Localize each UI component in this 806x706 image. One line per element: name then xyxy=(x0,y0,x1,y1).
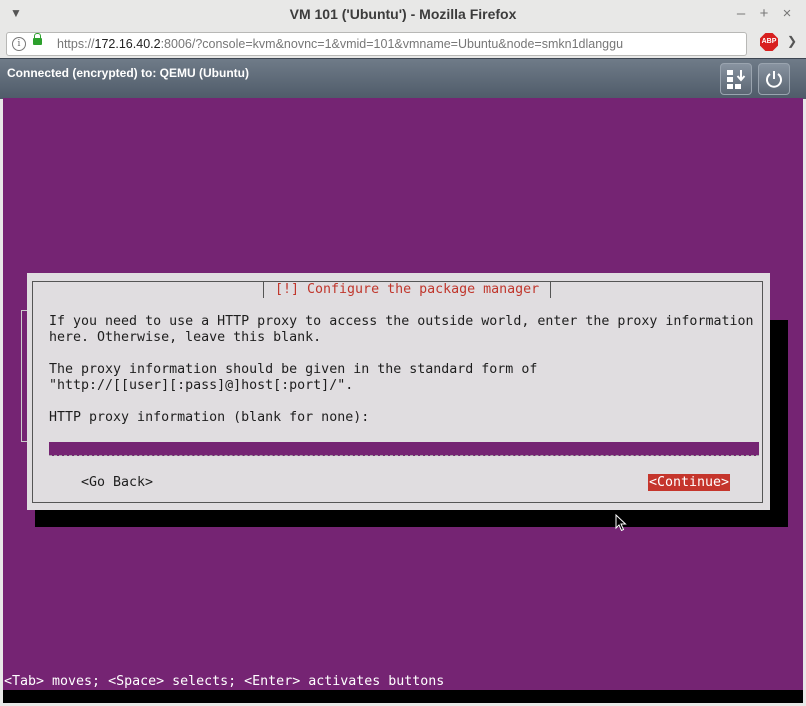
go-back-button[interactable]: <Go Back> xyxy=(81,475,153,491)
url-bar[interactable]: i https://172.16.40.2:8006/?console=kvm&… xyxy=(6,32,747,56)
mouse-cursor-icon xyxy=(615,514,627,532)
package-manager-dialog: [!] Configure the package manager If you… xyxy=(27,273,770,510)
send-keys-button[interactable] xyxy=(720,63,752,95)
keyboard-download-icon xyxy=(727,70,746,89)
overflow-menu-icon[interactable]: ❯ xyxy=(787,34,797,48)
vm-console[interactable]: [!] Configure the package manager If you… xyxy=(3,98,803,703)
power-icon xyxy=(766,71,782,88)
maximize-icon[interactable]: + xyxy=(755,5,773,23)
power-button[interactable] xyxy=(758,63,790,95)
dialog-shadow-bottom xyxy=(35,510,780,527)
navigation-bar: i https://172.16.40.2:8006/?console=kvm&… xyxy=(0,30,806,58)
info-icon[interactable]: i xyxy=(12,37,26,51)
keyboard-help-text: <Tab> moves; <Space> selects; <Enter> ac… xyxy=(4,674,445,689)
dialog-text-line-1: If you need to use a HTTP proxy to acces… xyxy=(49,314,754,329)
dialog-frame: [!] Configure the package manager If you… xyxy=(32,281,763,503)
proxy-input[interactable] xyxy=(49,442,759,456)
dialog-text-line-4: "http://[[user][:pass]@]host[:port]/". xyxy=(49,378,354,393)
proxy-field-label: HTTP proxy information (blank for none): xyxy=(49,410,370,425)
window-title: VM 101 ('Ubuntu') - Mozilla Firefox xyxy=(289,6,517,22)
connection-status: Connected (encrypted) to: QEMU (Ubuntu) xyxy=(7,66,249,80)
close-icon[interactable]: × xyxy=(778,5,796,23)
dialog-shadow-right xyxy=(770,320,788,527)
vnc-control-bar: Connected (encrypted) to: QEMU (Ubuntu) xyxy=(0,58,806,99)
url-text[interactable]: https://172.16.40.2:8006/?console=kvm&no… xyxy=(57,37,623,51)
dialog-title: [!] Configure the package manager xyxy=(263,282,552,298)
window-titlebar: ▼ VM 101 ('Ubuntu') - Mozilla Firefox – … xyxy=(0,0,806,31)
continue-button[interactable]: <Continue> xyxy=(648,474,731,491)
dialog-text-line-3: The proxy information should be given in… xyxy=(49,362,538,377)
console-bottom-strip xyxy=(3,690,803,703)
lock-icon[interactable] xyxy=(33,33,42,45)
dialog-text-line-2: here. Otherwise, leave this blank. xyxy=(49,330,322,345)
minimize-icon[interactable]: – xyxy=(732,5,750,23)
adblock-icon[interactable]: ABP xyxy=(760,33,778,51)
